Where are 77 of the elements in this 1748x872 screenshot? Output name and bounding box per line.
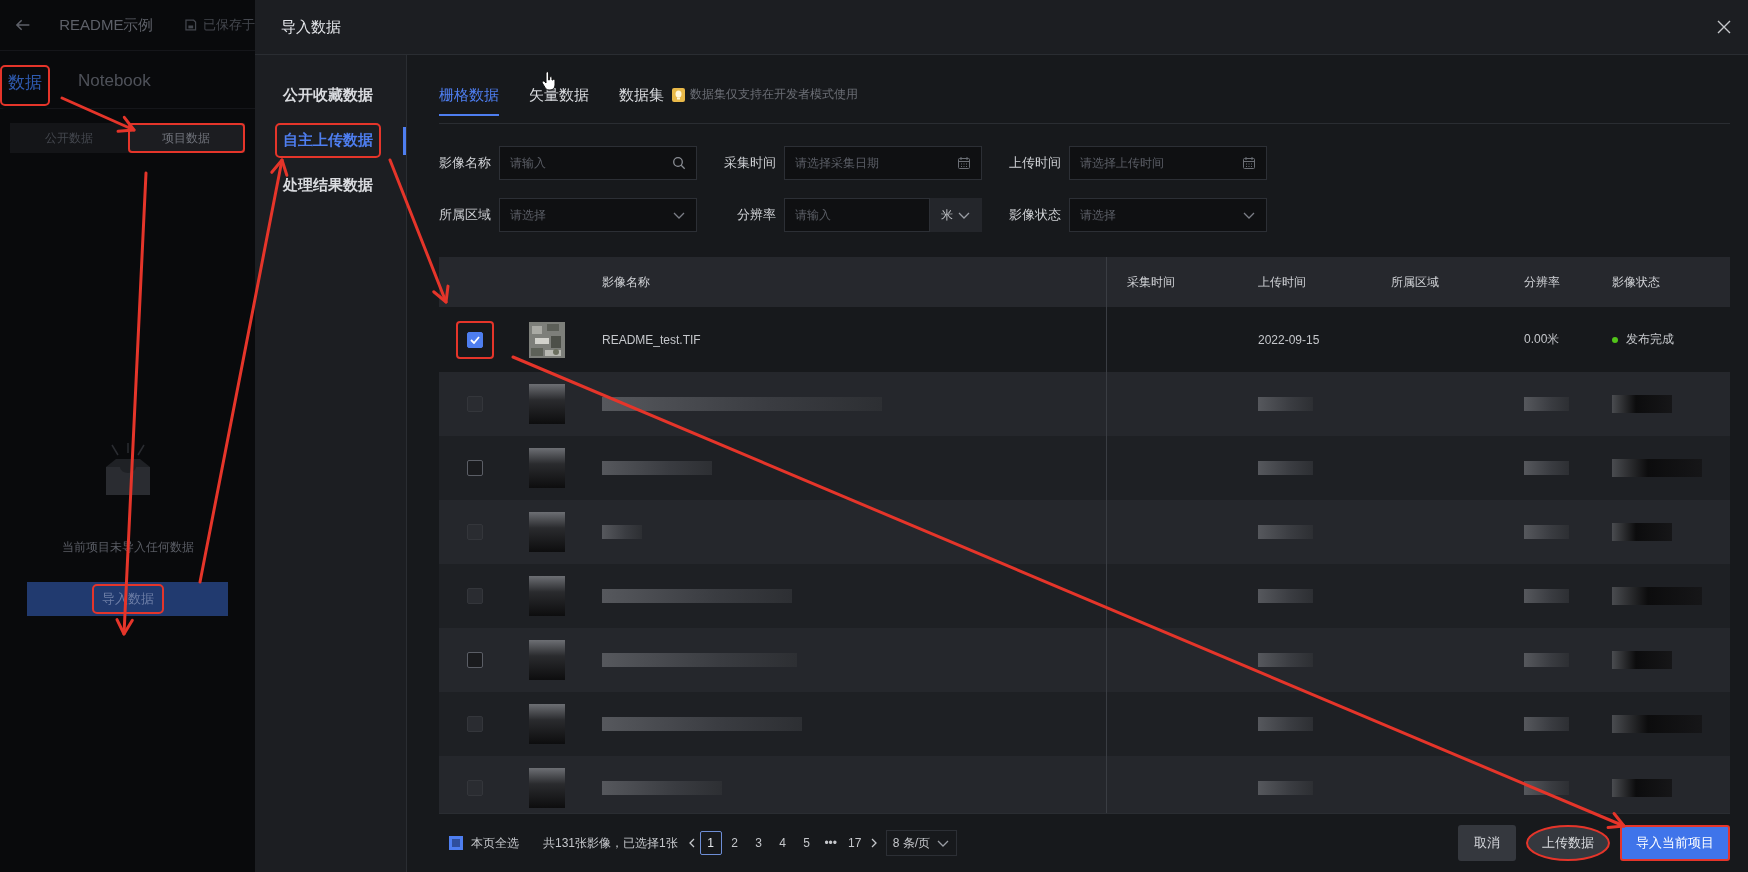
mosaic-block (602, 525, 642, 539)
mosaic-block (1524, 397, 1569, 411)
page-item[interactable]: 3 (747, 831, 770, 855)
filter-label: 采集时间 (724, 154, 777, 172)
mosaic-block (528, 704, 565, 744)
table-cell-text: 0.00米 (1523, 331, 1561, 348)
calendar-icon (957, 156, 971, 170)
mosaic-block (1258, 717, 1313, 731)
dialog-title: 导入数据 (281, 17, 341, 37)
action-button[interactable]: 取消 (1458, 825, 1516, 861)
mosaic-block (1524, 717, 1569, 731)
column-header: 影像状态 (1611, 273, 1661, 291)
tab[interactable]: 栅格数据 (439, 76, 499, 116)
mosaic-block (1612, 651, 1672, 669)
table-cell-text: README_test.TIF (601, 332, 702, 347)
action-button[interactable]: 上传数据 (1526, 825, 1610, 861)
table-cell-text: 2022-09-15 (1257, 332, 1321, 347)
lightbulb-icon (672, 87, 685, 102)
mosaic-block (528, 576, 565, 616)
mosaic-block (1258, 653, 1313, 667)
page-item[interactable]: 5 (795, 831, 818, 855)
column-header: 所属区域 (1390, 273, 1440, 291)
mosaic-block (1258, 397, 1313, 411)
column-header: 分辨率 (1523, 273, 1561, 291)
filter-label: 上传时间 (1009, 154, 1062, 172)
mosaic-block (1258, 461, 1313, 475)
mosaic-block (528, 768, 565, 808)
search-icon (672, 156, 686, 170)
page-size-select[interactable]: 8 条/页 (885, 830, 958, 856)
mosaic-block (1258, 781, 1313, 795)
page-item[interactable]: 17 (843, 831, 866, 855)
selection-summary: 共131张影像，已选择1张 (543, 834, 678, 852)
mosaic-block (528, 512, 565, 552)
mosaic-block (1612, 395, 1672, 413)
mosaic-block (1612, 779, 1672, 797)
page-item[interactable]: 4 (771, 831, 794, 855)
checkmark-icon (470, 335, 480, 344)
mosaic-block (1524, 525, 1569, 539)
page-item[interactable]: 1 (699, 831, 722, 855)
mosaic-block (1612, 523, 1672, 541)
selection-indicator (403, 126, 406, 155)
row-checkbox[interactable] (467, 652, 483, 668)
select-all-checkbox[interactable] (449, 836, 463, 850)
action-button[interactable]: 导入当前项目 (1620, 825, 1730, 861)
status-text: 发布完成 (1626, 331, 1674, 348)
row-checkbox[interactable] (467, 331, 483, 348)
project-title: README示例 (59, 15, 154, 35)
row-checkbox[interactable] (467, 460, 483, 476)
mosaic-block (528, 640, 565, 680)
nav-item[interactable]: 处理结果数据 (275, 168, 381, 203)
column-header: 采集时间 (1126, 273, 1175, 291)
mosaic-block (528, 448, 565, 488)
filter-label: 影像名称 (439, 154, 492, 172)
nav-item[interactable]: 自主上传数据 (275, 123, 381, 158)
segment-tab[interactable]: 项目数据 (127, 123, 245, 153)
column-header: 影像名称 (601, 273, 651, 291)
mosaic-block (1524, 589, 1569, 603)
page-item[interactable]: ••• (819, 831, 842, 855)
calendar-icon (1242, 156, 1256, 170)
filter-label: 所属区域 (439, 206, 492, 224)
filter-label: 分辨率 (736, 206, 777, 224)
filter-label: 影像状态 (1009, 206, 1062, 224)
close-icon[interactable] (1716, 19, 1732, 35)
mosaic-block (1258, 525, 1313, 539)
mosaic-block (1524, 653, 1569, 667)
nav-item[interactable]: 公开收藏数据 (275, 78, 381, 113)
tip-text: 数据集仅支持在开发者模式使用 (690, 86, 858, 103)
save-icon (185, 19, 197, 31)
tab[interactable]: 数据集 (619, 76, 664, 116)
column-header: 上传时间 (1257, 273, 1307, 291)
mosaic-block (1258, 589, 1313, 603)
mosaic-block (1524, 461, 1569, 475)
mosaic-block (528, 384, 565, 424)
unit-select[interactable]: 米 (930, 198, 982, 232)
select-all-label: 本页全选 (471, 834, 519, 852)
save-status: 已保存于 (203, 16, 255, 34)
page-item[interactable]: 2 (723, 831, 746, 855)
